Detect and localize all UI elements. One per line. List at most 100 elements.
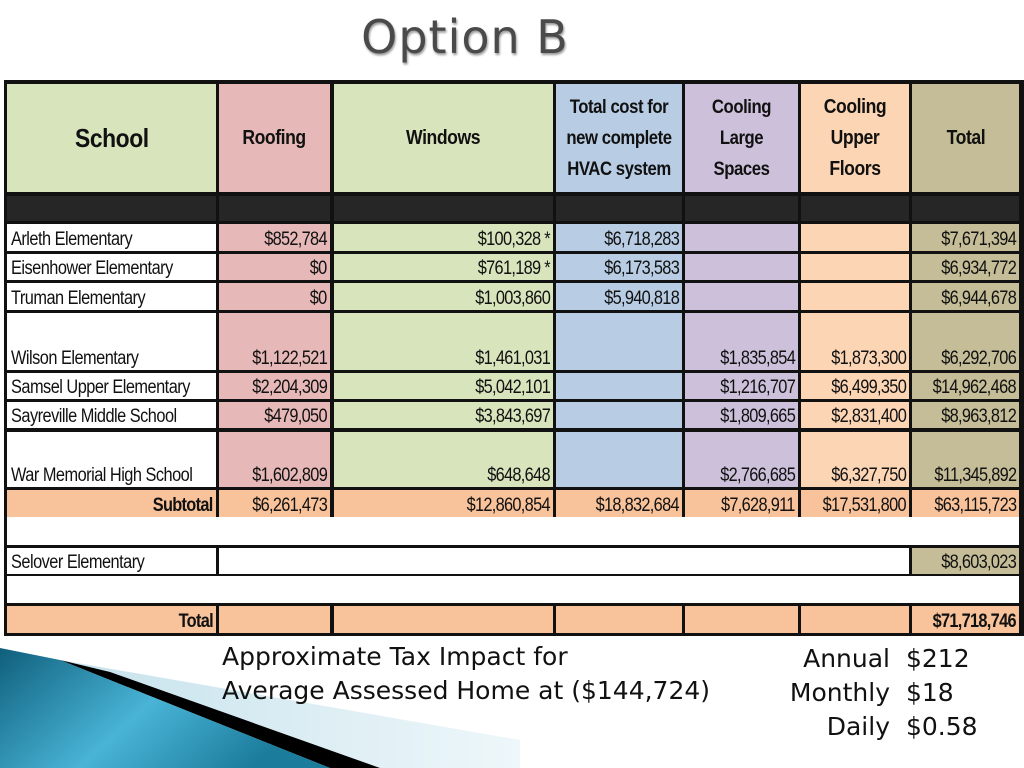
cost-total: $11,345,892 <box>912 432 1019 487</box>
cost-hvac <box>556 313 682 370</box>
header-separator-roofing <box>219 196 330 221</box>
school-name: Samsel Upper Elementary <box>7 373 216 399</box>
cost-total: $6,934,772 <box>912 254 1019 280</box>
header-total: Total <box>912 84 1019 192</box>
cost-cooling-large: $1,835,854 <box>685 313 798 370</box>
school-name: Truman Elementary <box>7 283 216 310</box>
subtotal-hvac: $18,832,684 <box>556 490 682 517</box>
school-name-text: Samsel Upper Elementary <box>11 377 190 398</box>
header-roofing: Roofing <box>219 84 330 192</box>
cost-roofing-text: $0 <box>310 258 327 279</box>
grand-total-total-text: $71,718,746 <box>932 611 1017 632</box>
blank-row <box>7 576 1019 603</box>
cost-total: $6,292,706 <box>912 313 1019 370</box>
cost-cooling-upper: $2,831,400 <box>801 402 909 428</box>
header-roofing-text: Roofing <box>242 126 307 149</box>
grand-total-hvac <box>556 606 682 633</box>
cost-windows-text: $100,328 * <box>477 229 551 250</box>
annual-label: Annual <box>803 644 890 673</box>
monthly-value: $18 <box>906 678 954 707</box>
subtotal-roofing: $6,261,473 <box>219 490 330 517</box>
school-name-text: Sayreville Middle School <box>11 406 177 427</box>
cost-windows-text: $3,843,697 <box>475 406 551 427</box>
cost-windows-text: $648,648 <box>487 465 550 486</box>
subtotal-hvac-text: $18,832,684 <box>595 495 680 516</box>
cost-cooling-upper: $6,327,750 <box>801 432 909 487</box>
blank-row <box>7 517 1019 545</box>
header-school: School <box>7 84 216 192</box>
tax-impact-line2: Average Assessed Home at ($144,724) <box>222 676 711 705</box>
header-separator-total <box>912 196 1019 221</box>
header-school-text: School <box>74 122 149 153</box>
subtotal-windows: $12,860,854 <box>334 490 553 517</box>
cost-roofing: $1,602,809 <box>219 432 330 487</box>
cost-total: $14,962,468 <box>912 373 1019 399</box>
grand-total-label-text: Total <box>178 611 214 632</box>
cost-roofing-text: $852,784 <box>264 229 327 250</box>
cost-roofing-text: $479,050 <box>264 406 327 427</box>
tax-impact-daily: Daily $0.58 <box>760 710 1000 744</box>
cost-total-text: $6,934,772 <box>941 258 1017 279</box>
cost-windows: $100,328 * <box>334 224 553 251</box>
subtotal-label: Subtotal <box>7 490 216 517</box>
cost-hvac <box>556 432 682 487</box>
cost-total-text: $8,963,812 <box>941 406 1017 427</box>
cost-cooling-upper <box>801 254 909 280</box>
cost-roofing: $2,204,309 <box>219 373 330 399</box>
school-name: Sayreville Middle School <box>7 402 216 428</box>
header-separator-cooling-large <box>685 196 798 221</box>
grand-total-total: $71,718,746 <box>912 606 1019 633</box>
header-hvac: Total cost for new complete HVAC system <box>556 84 682 192</box>
cost-cooling-large-text: $1,835,854 <box>720 348 796 369</box>
cost-hvac-text: $6,173,583 <box>604 258 680 279</box>
cost-hvac <box>556 402 682 428</box>
cost-roofing-text: $0 <box>310 288 327 309</box>
tax-impact-monthly: Monthly $18 <box>760 676 1000 710</box>
subtotal-cooling-upper-text: $17,531,800 <box>822 495 907 516</box>
cost-windows: $1,003,860 <box>334 283 553 310</box>
cost-total-text: $7,671,394 <box>941 229 1017 250</box>
header-cooling-upper-text: Cooling Upper Floors <box>823 95 887 180</box>
cost-windows: $5,042,101 <box>334 373 553 399</box>
school-name: Selover Elementary <box>7 548 216 574</box>
cost-cooling-large-text: $2,766,685 <box>720 465 796 486</box>
cost-cooling-large: $2,766,685 <box>685 432 798 487</box>
cost-windows: $3,843,697 <box>334 402 553 428</box>
cost-roofing-text: $1,122,521 <box>252 348 328 369</box>
cost-cooling-upper-text: $1,873,300 <box>831 348 907 369</box>
cost-windows: $648,648 <box>334 432 553 487</box>
cost-hvac-text: $6,718,283 <box>604 229 680 250</box>
daily-label: Daily <box>826 712 890 741</box>
cost-hvac: $6,173,583 <box>556 254 682 280</box>
cost-roofing: $0 <box>219 254 330 280</box>
cost-roofing: $479,050 <box>219 402 330 428</box>
grand-total-roofing <box>219 606 330 633</box>
cost-windows-text: $1,003,860 <box>475 288 551 309</box>
header-hvac-text: Total cost for new complete HVAC system <box>566 96 672 180</box>
tax-impact-annual: Annual $212 <box>760 642 1000 676</box>
cost-cooling-upper: $6,499,350 <box>801 373 909 399</box>
cost-roofing-text: $2,204,309 <box>252 377 328 398</box>
cost-total: $6,944,678 <box>912 283 1019 310</box>
grand-total-label: Total <box>7 606 216 633</box>
grand-total-cooling-upper <box>801 606 909 633</box>
cost-roofing: $852,784 <box>219 224 330 251</box>
tax-impact-breakdown: Annual $212 Monthly $18 Daily $0.58 <box>760 642 1000 744</box>
cost-windows: $1,461,031 <box>334 313 553 370</box>
cost-windows-text: $5,042,101 <box>475 377 551 398</box>
subtotal-cooling-upper: $17,531,800 <box>801 490 909 517</box>
school-name-text: War Memorial High School <box>11 465 193 486</box>
subtotal-total-text: $63,115,723 <box>933 495 1017 516</box>
cost-total-text: $11,345,892 <box>933 465 1017 486</box>
cost-hvac <box>556 373 682 399</box>
header-separator-cooling-upper <box>801 196 909 221</box>
header-total-text: Total <box>946 126 985 149</box>
cost-hvac-text: $5,940,818 <box>604 288 680 309</box>
cost-total-text: $8,603,023 <box>941 552 1017 573</box>
cost-windows-text: $761,189 * <box>477 258 551 279</box>
annual-value: $212 <box>906 644 970 673</box>
school-name-text: Eisenhower Elementary <box>11 258 173 279</box>
cost-total-text: $6,292,706 <box>941 348 1017 369</box>
school-name-text: Wilson Elementary <box>11 348 139 369</box>
school-name-text: Truman Elementary <box>11 288 146 309</box>
